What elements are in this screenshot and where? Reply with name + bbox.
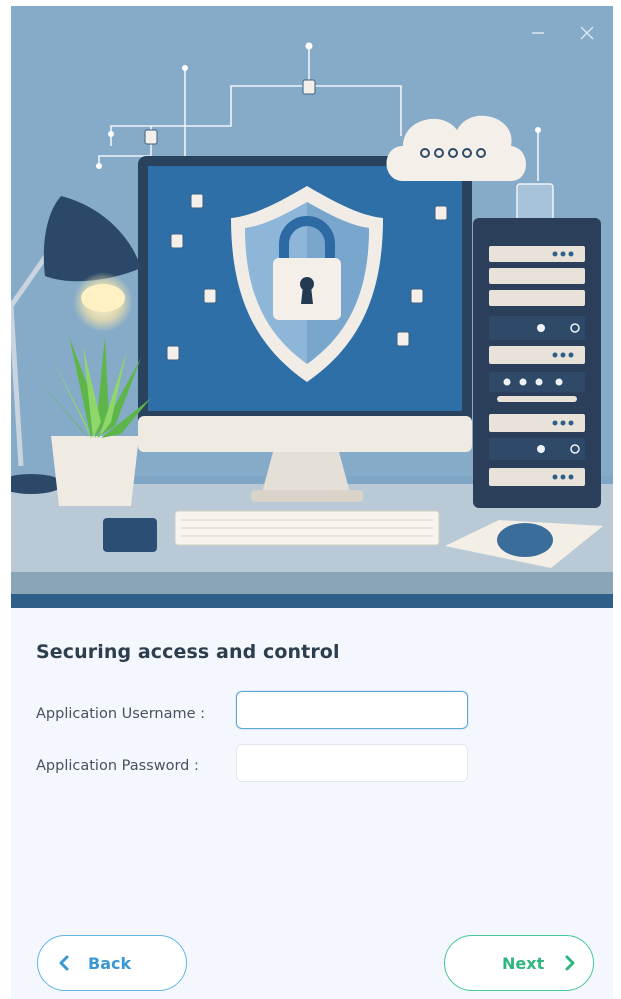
minimize-icon — [532, 32, 544, 34]
security-illustration — [11, 6, 613, 608]
password-input[interactable] — [236, 744, 468, 782]
username-input[interactable] — [236, 691, 468, 729]
keyboard-icon — [174, 510, 440, 546]
credentials-form: Securing access and control Application … — [11, 608, 613, 999]
password-label: Application Password : — [36, 758, 199, 774]
next-button-label: Next — [502, 953, 545, 973]
back-button[interactable]: Back — [37, 935, 187, 991]
back-button-label: Back — [88, 953, 132, 973]
chevron-left-icon — [58, 955, 70, 971]
next-button[interactable]: Next — [444, 935, 594, 991]
mouse-icon — [497, 523, 553, 557]
server-rack-icon — [473, 218, 601, 508]
close-icon — [580, 26, 594, 40]
phone-icon — [103, 518, 157, 552]
installer-window: Securing access and control Application … — [11, 6, 613, 999]
minimize-button[interactable] — [527, 22, 549, 44]
username-label: Application Username : — [36, 706, 206, 722]
close-button[interactable] — [576, 22, 598, 44]
section-title: Securing access and control — [36, 641, 340, 663]
chevron-right-icon — [564, 955, 576, 971]
